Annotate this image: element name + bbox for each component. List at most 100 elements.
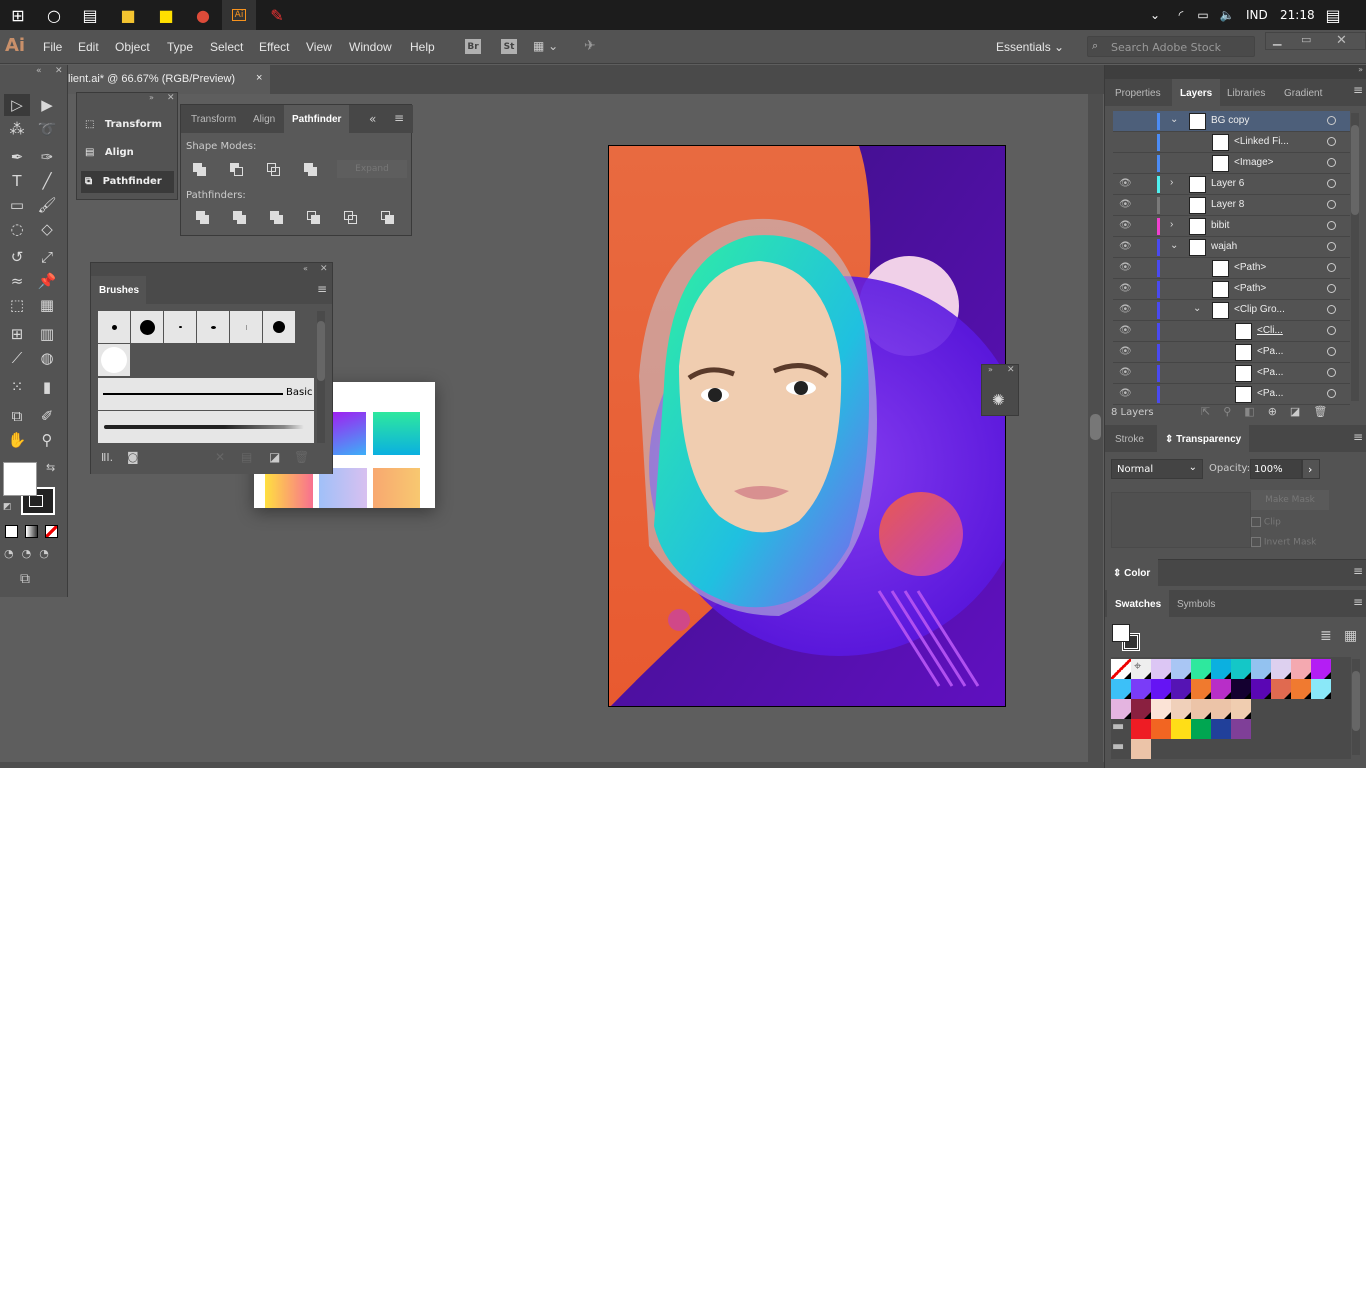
cc-libraries-icon[interactable]: ◙ — [127, 450, 139, 464]
make-mask-button[interactable]: Make Mask — [1251, 490, 1329, 510]
screen-mode-icon[interactable]: ⧉ — [20, 571, 30, 587]
tab-properties[interactable]: Properties — [1107, 79, 1169, 106]
color-swatch[interactable] — [1131, 719, 1151, 739]
target-circle-icon[interactable] — [1327, 284, 1336, 293]
brush-libraries-icon[interactable]: ⅡⅠ. — [101, 451, 113, 464]
target-circle-icon[interactable] — [1327, 242, 1336, 251]
color-swatch[interactable] — [1151, 659, 1171, 679]
color-swatch[interactable] — [1251, 679, 1271, 699]
locate-object-icon[interactable]: ⚲ — [1223, 405, 1244, 418]
color-swatch[interactable] — [1171, 659, 1191, 679]
menu-file[interactable]: File — [43, 40, 62, 54]
panel-menu-icon[interactable]: ≡ — [1353, 595, 1363, 609]
close-icon[interactable]: ✕ — [167, 93, 175, 103]
dock-align[interactable]: ▤ Align — [85, 147, 134, 158]
color-swatch[interactable] — [1311, 679, 1331, 699]
warp-tool[interactable]: ≈ — [4, 270, 30, 292]
none-mode-icon[interactable] — [45, 525, 58, 538]
type-tool[interactable]: T — [4, 170, 30, 192]
brush-basic[interactable]: Basic — [98, 378, 314, 410]
swatch-group-folder-icon[interactable]: ▬ — [1112, 719, 1132, 739]
perspective-grid-tool[interactable]: ▦ — [34, 294, 60, 316]
tab-swatches[interactable]: Swatches — [1107, 590, 1170, 617]
target-circle-icon[interactable] — [1327, 200, 1336, 209]
chevron-down-icon[interactable]: ⌄ — [1170, 114, 1178, 125]
target-circle-icon[interactable] — [1327, 158, 1336, 167]
collapse-icon[interactable]: « — [36, 66, 42, 76]
sticky-notes-icon[interactable]: ■ — [153, 4, 179, 26]
color-swatch[interactable] — [1231, 659, 1251, 679]
collapse-icon[interactable]: « — [303, 264, 308, 273]
visibility-eye-icon[interactable]: 👁 — [1119, 367, 1132, 378]
color-swatch[interactable] — [1231, 719, 1251, 739]
menu-type[interactable]: Type — [167, 40, 193, 54]
expand-panels-icon[interactable]: » — [149, 93, 154, 102]
color-swatch[interactable] — [1111, 699, 1131, 719]
task-view-icon[interactable]: ▤ — [77, 4, 103, 26]
color-swatch[interactable] — [1171, 679, 1191, 699]
layer-row[interactable]: 👁 ⌄ wajah — [1113, 237, 1350, 258]
battery-icon[interactable]: ▭ — [1190, 4, 1216, 26]
visibility-eye-icon[interactable]: 👁 — [1119, 241, 1132, 252]
layer-row[interactable]: 👁 <Path> — [1113, 258, 1350, 279]
color-swatch[interactable] — [1111, 679, 1131, 699]
shaper-tool[interactable]: ◌ — [4, 218, 30, 240]
menu-window[interactable]: Window — [349, 40, 392, 54]
cortana-icon[interactable]: ○ — [41, 4, 67, 26]
magic-wand-tool[interactable]: ⁂ — [4, 118, 30, 140]
chevron-up-tray-icon[interactable]: ⌄ — [1142, 4, 1168, 26]
color-swatch[interactable] — [1231, 699, 1251, 719]
eraser-tool[interactable]: ◇ — [34, 218, 60, 240]
tab-transform[interactable]: Transform — [183, 105, 244, 133]
expand-button[interactable]: Expand — [337, 160, 407, 178]
collapse-icon[interactable]: « — [369, 112, 376, 126]
tab-libraries[interactable]: Libraries — [1219, 79, 1273, 106]
menu-edit[interactable]: Edit — [78, 40, 99, 54]
export-icon[interactable]: ⇱ — [1201, 405, 1223, 418]
drawing-modes-icon[interactable]: ◔◔◔ — [4, 547, 57, 560]
menu-select[interactable]: Select — [210, 40, 243, 54]
tab-stroke[interactable]: Stroke — [1107, 425, 1152, 452]
target-circle-icon[interactable] — [1327, 137, 1336, 146]
color-swatch[interactable] — [1191, 659, 1211, 679]
outline-icon[interactable] — [344, 211, 358, 225]
color-swatch[interactable] — [1251, 659, 1271, 679]
hand-tool[interactable]: ✋ — [4, 429, 30, 451]
opacity-slider-toggle[interactable]: › — [1302, 459, 1320, 479]
layer-row[interactable]: 👁 ⌄ <Clip Gro... — [1113, 300, 1350, 321]
swatch-registration[interactable]: ⌖ — [1131, 659, 1151, 679]
layer-row[interactable]: <Image> — [1113, 153, 1350, 174]
brush-oval[interactable] — [197, 311, 229, 343]
chevron-right-icon[interactable]: › — [1170, 219, 1173, 230]
selection-tool[interactable]: ▷ — [4, 94, 30, 116]
arrange-documents-icon[interactable]: ▦ ⌄ — [533, 39, 558, 53]
layer-row[interactable]: 👁 › Layer 6 — [1113, 174, 1350, 195]
rotate-tool[interactable]: ↺ — [4, 246, 30, 268]
color-swatch[interactable] — [1211, 699, 1231, 719]
brush-round-large[interactable] — [131, 311, 163, 343]
panel-menu-icon[interactable]: ≡ — [394, 111, 404, 125]
swatch-none[interactable] — [1111, 659, 1131, 679]
tab-align[interactable]: Align — [245, 105, 283, 133]
blend-mode-select[interactable]: Normal ⌄ — [1111, 459, 1203, 479]
target-circle-icon[interactable] — [1327, 305, 1336, 314]
artboard-tool[interactable]: ⧉ — [4, 405, 30, 427]
sun-icon[interactable]: ✺ — [992, 391, 1005, 409]
dock-transform[interactable]: ⬚ Transform — [85, 119, 162, 130]
zoom-tool[interactable]: ⚲ — [34, 429, 60, 451]
gpu-performance-icon[interactable]: ✈ — [584, 38, 596, 54]
curvature-tool[interactable]: ✑ — [34, 146, 60, 168]
tab-color[interactable]: ⇕ Color — [1105, 559, 1159, 586]
chevron-down-icon[interactable]: ⌄ — [1193, 303, 1201, 314]
color-swatch[interactable] — [1311, 659, 1331, 679]
horizontal-scrollbar[interactable] — [0, 762, 1104, 768]
brush-round-small[interactable] — [98, 311, 130, 343]
menu-help[interactable]: Help — [410, 40, 435, 54]
color-swatch[interactable] — [1291, 659, 1311, 679]
brush-round-medium[interactable] — [263, 311, 295, 343]
tab-transparency[interactable]: ⇕ Transparency — [1157, 425, 1250, 452]
vertical-scrollbar[interactable] — [1088, 94, 1103, 762]
layer-row[interactable]: 👁 <Pa... — [1113, 363, 1350, 384]
menu-view[interactable]: View — [306, 40, 332, 54]
panel-menu-icon[interactable]: ≡ — [1353, 430, 1363, 444]
